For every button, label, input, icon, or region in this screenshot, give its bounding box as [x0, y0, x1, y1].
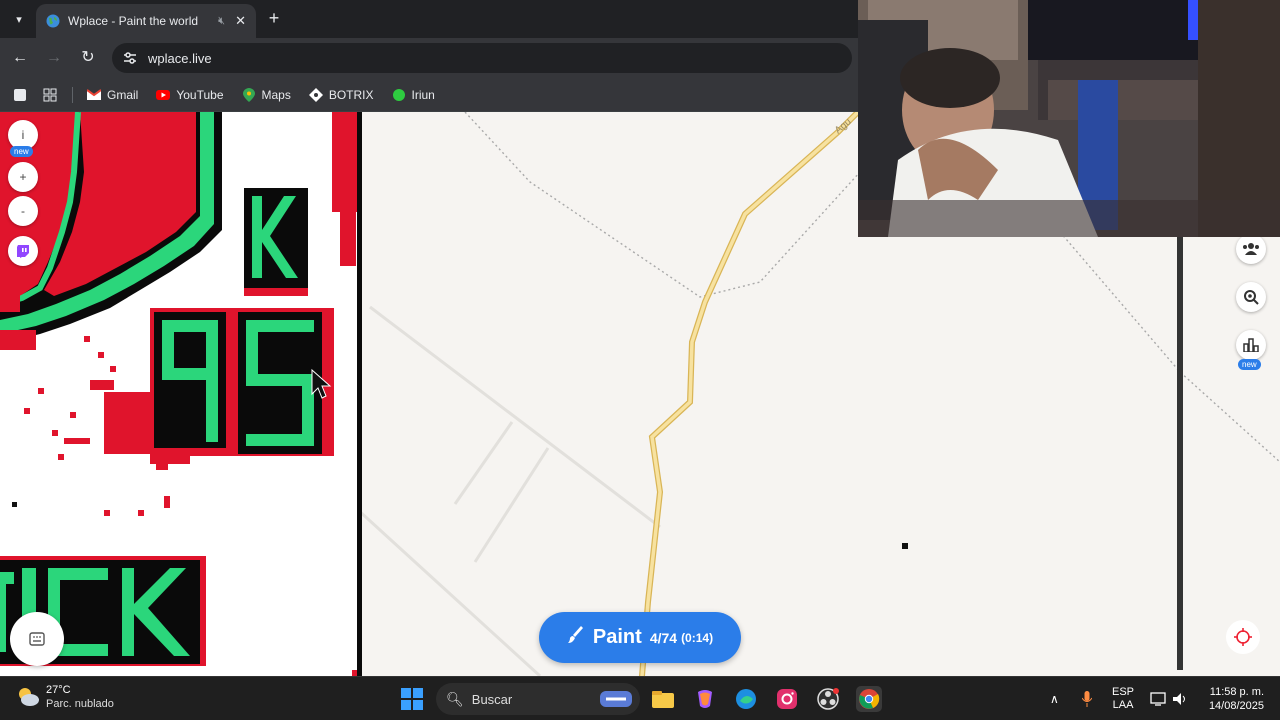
bookmark-label: Iriun	[411, 87, 435, 102]
address-bar[interactable]: wplace.live	[112, 43, 852, 73]
microphone-icon[interactable]	[1082, 677, 1092, 720]
weather-condition: Parc. nublado	[46, 698, 114, 710]
back-icon[interactable]: ←	[10, 48, 30, 68]
brush-icon	[567, 626, 585, 649]
webcam-image	[858, 0, 1280, 237]
sidebar-toggle-icon[interactable]	[12, 87, 28, 103]
tab-title: Wplace - Paint the world	[68, 14, 199, 28]
file-explorer-icon[interactable]	[650, 686, 676, 712]
reload-icon[interactable]: ↻	[78, 48, 98, 68]
weather-temp: 27°C	[46, 684, 71, 696]
language-line1: ESP	[1112, 686, 1135, 698]
close-icon[interactable]: ✕	[235, 13, 246, 29]
chrome-icon[interactable]	[856, 686, 882, 712]
pixel-art-black-line	[357, 112, 362, 676]
copilot-icon[interactable]	[692, 686, 718, 712]
maps-icon	[242, 87, 256, 102]
clock[interactable]: 11:58 p. m. 14/08/2025	[1198, 685, 1264, 713]
pixel-dot	[12, 502, 17, 507]
volume-icon[interactable]	[1172, 677, 1188, 720]
partly-cloudy-icon	[19, 688, 39, 706]
bookmark-gmail[interactable]: Gmail	[87, 88, 138, 102]
tray-overflow-icon[interactable]: ∧	[1050, 677, 1059, 720]
paint-timer: (0:14)	[681, 630, 714, 645]
taskbar-search[interactable]: 🔍︎ Buscar	[436, 683, 640, 715]
url-text: wplace.live	[148, 50, 212, 66]
zoom-out-icon: -	[21, 204, 25, 218]
twitch-button[interactable]	[8, 236, 38, 266]
new-badge: new	[10, 146, 33, 157]
clock-date: 14/08/2025	[1208, 700, 1264, 712]
new-tab-button[interactable]: +	[264, 8, 284, 28]
search-map-icon	[1244, 290, 1259, 305]
globe-icon	[46, 14, 60, 28]
apps-grid-icon[interactable]	[42, 87, 58, 103]
info-icon: i	[21, 128, 25, 142]
pixel-art-gray-line	[1177, 237, 1183, 670]
chevron-down-icon: ▾	[16, 13, 22, 26]
browser-tab[interactable]: Wplace - Paint the world 🔇︎ ✕	[36, 4, 256, 38]
iriun-icon	[392, 88, 406, 102]
crosshair-icon	[1234, 628, 1252, 646]
new-badge: new	[1238, 359, 1261, 370]
webcam-overlay	[858, 0, 1280, 237]
network-icon[interactable]	[1150, 677, 1166, 720]
color-palette-button[interactable]	[10, 612, 64, 666]
bookmark-iriun[interactable]: Iriun	[392, 88, 435, 102]
bookmark-label: BOTRIX	[328, 87, 374, 102]
search-placeholder: Buscar	[471, 691, 513, 707]
zoom-in-button[interactable]: +	[8, 162, 38, 192]
youtube-icon	[156, 88, 171, 102]
map-road	[639, 112, 861, 676]
bookmark-youtube[interactable]: YouTube	[156, 87, 224, 102]
bookmark-botrix[interactable]: BOTRIX	[308, 87, 374, 102]
windows-start-icon[interactable]	[400, 687, 424, 711]
bookmark-label: Gmail	[107, 87, 139, 102]
paint-label: Paint	[592, 626, 642, 648]
bookmark-maps[interactable]: Maps	[242, 87, 291, 102]
language-indicator[interactable]: ESP LAA	[1112, 677, 1134, 720]
site-settings-icon[interactable]	[122, 50, 138, 66]
paint-button[interactable]: Paint 4/74 (0:14)	[539, 612, 741, 663]
zoom-in-icon: +	[19, 170, 27, 184]
paint-charges: 4/74	[649, 629, 678, 646]
language-line2: LAA	[1112, 699, 1134, 711]
pixel-letter-k	[244, 188, 308, 296]
bookmarks-divider	[72, 86, 73, 103]
tab-search-button[interactable]: ▾	[8, 8, 30, 30]
bookmark-label: Maps	[261, 87, 291, 102]
obs-icon[interactable]	[815, 686, 841, 712]
twitch-icon	[17, 245, 29, 258]
community-button[interactable]	[1236, 234, 1266, 264]
pixel-digits-95	[150, 308, 334, 456]
leaderboard-icon	[1243, 338, 1259, 352]
search-map-button[interactable]	[1236, 282, 1266, 312]
bookmark-label: YouTube	[176, 87, 224, 102]
gmail-icon	[87, 88, 101, 102]
search-icon: 🔍︎	[446, 690, 464, 707]
community-icon	[1243, 243, 1259, 255]
leaderboard-button[interactable]	[1236, 330, 1266, 360]
clock-time: 11:58 p. m.	[1209, 686, 1264, 698]
weather-widget[interactable]: 27°C Parc. nublado	[16, 683, 114, 711]
zoom-out-button[interactable]: -	[8, 196, 38, 226]
screen: ▾ Wplace - Paint the world 🔇︎ ✕ + ← → ↻ …	[0, 0, 1280, 720]
keyboard-icon	[29, 632, 45, 646]
edge-icon[interactable]	[733, 686, 759, 712]
pixel-dot	[902, 543, 908, 549]
forward-icon[interactable]: →	[44, 48, 64, 68]
search-highlight-icon	[600, 691, 632, 707]
botrix-icon	[308, 87, 323, 102]
instagram-icon[interactable]	[774, 686, 800, 712]
taskbar: 27°C Parc. nublado 🔍︎ Buscar ∧ ESP LAA 1…	[0, 676, 1280, 720]
locate-button[interactable]	[1226, 620, 1260, 654]
speaker-muted-icon[interactable]: 🔇︎	[218, 15, 225, 28]
